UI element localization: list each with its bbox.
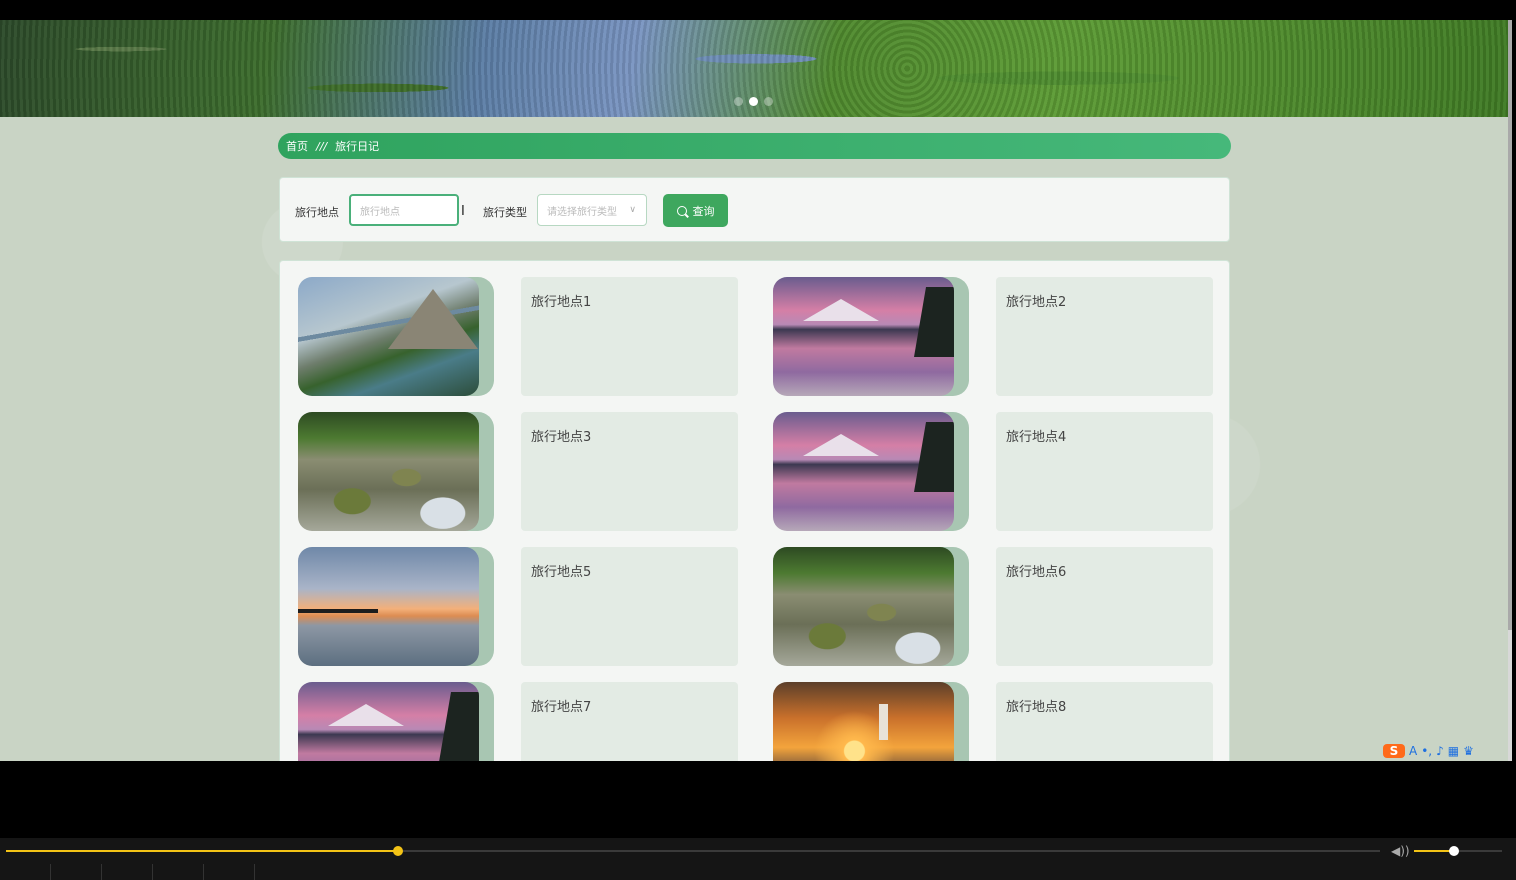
search-icon bbox=[676, 205, 687, 216]
type-select-placeholder: 请选择旅行类型 bbox=[547, 206, 617, 218]
sogou-logo-icon[interactable]: S bbox=[1383, 744, 1405, 758]
hero-banner-carousel[interactable] bbox=[0, 20, 1512, 117]
search-button[interactable]: 查询 bbox=[663, 194, 728, 227]
travel-item-info[interactable]: 旅行地点1 bbox=[521, 277, 738, 396]
travel-item-title: 旅行地点7 bbox=[531, 700, 592, 715]
carousel-dot-3[interactable] bbox=[764, 97, 773, 106]
travel-item-info[interactable]: 旅行地点7 bbox=[521, 682, 738, 761]
player-tab[interactable] bbox=[102, 864, 153, 880]
travel-item-info[interactable]: 旅行地点6 bbox=[996, 547, 1213, 666]
volume-handle[interactable] bbox=[1449, 846, 1459, 856]
keyboard-icon[interactable]: ▦ bbox=[1448, 744, 1459, 758]
breadcrumb: 首页 /// 旅行日记 bbox=[278, 133, 1231, 159]
travel-photo-card[interactable] bbox=[773, 412, 969, 531]
location-label: 旅行地点 bbox=[295, 206, 339, 219]
carousel-dot-2[interactable] bbox=[749, 97, 758, 106]
travel-photo[interactable] bbox=[773, 682, 954, 761]
travel-photo[interactable] bbox=[298, 547, 479, 666]
ime-punct-icon[interactable]: •, bbox=[1421, 744, 1432, 758]
search-form: 旅行地点 旅行地点 I 旅行类型 请选择旅行类型 ∨ 查询 bbox=[279, 177, 1230, 242]
seek-bar-handle[interactable] bbox=[393, 846, 403, 856]
video-player-controls: ◀)) bbox=[0, 838, 1516, 880]
volume-level bbox=[1414, 850, 1454, 852]
travel-diary-list: 旅行地点1 旅行地点2 旅行地点3 旅行地点4 旅行地点5 旅行地点6 旅行地点7 旅行地点8 bbox=[279, 260, 1230, 761]
travel-photo-card[interactable] bbox=[773, 277, 969, 396]
breadcrumb-separator: /// bbox=[316, 139, 328, 153]
travel-photo-card[interactable] bbox=[298, 277, 494, 396]
travel-item-info[interactable]: 旅行地点4 bbox=[996, 412, 1213, 531]
speaker-icon[interactable]: ◀)) bbox=[1391, 844, 1410, 858]
travel-photo[interactable] bbox=[298, 412, 479, 531]
travel-item-title: 旅行地点6 bbox=[1006, 565, 1067, 580]
type-label: 旅行类型 bbox=[483, 206, 527, 219]
travel-photo[interactable] bbox=[773, 547, 954, 666]
travel-item-info[interactable]: 旅行地点8 bbox=[996, 682, 1213, 761]
travel-item-title: 旅行地点8 bbox=[1006, 700, 1067, 715]
travel-item-title: 旅行地点5 bbox=[531, 565, 592, 580]
chevron-down-icon: ∨ bbox=[629, 205, 636, 215]
volume-slider[interactable] bbox=[1414, 846, 1502, 856]
carousel-indicators bbox=[734, 97, 773, 106]
ime-toolbar: S A •, ♪ ▦ ♛ bbox=[1383, 741, 1516, 761]
location-input[interactable]: 旅行地点 bbox=[349, 194, 459, 226]
travel-item-info[interactable]: 旅行地点5 bbox=[521, 547, 738, 666]
player-tab[interactable] bbox=[204, 864, 255, 880]
travel-photo-card[interactable] bbox=[298, 412, 494, 531]
travel-item-info[interactable]: 旅行地点2 bbox=[996, 277, 1213, 396]
travel-item-title: 旅行地点1 bbox=[531, 295, 592, 310]
travel-photo[interactable] bbox=[773, 277, 954, 396]
travel-photo-card[interactable] bbox=[298, 547, 494, 666]
breadcrumb-home-link[interactable]: 首页 bbox=[286, 138, 308, 154]
travel-item-info[interactable]: 旅行地点3 bbox=[521, 412, 738, 531]
player-tab[interactable] bbox=[51, 864, 102, 880]
carousel-dot-1[interactable] bbox=[734, 97, 743, 106]
scrollbar-track[interactable] bbox=[1508, 20, 1512, 761]
travel-photo[interactable] bbox=[298, 682, 479, 761]
travel-item-title: 旅行地点2 bbox=[1006, 295, 1067, 310]
browser-viewport: 首页 /// 旅行日记 旅行地点 旅行地点 I 旅行类型 请选择旅行类型 ∨ 查… bbox=[0, 20, 1512, 761]
travel-photo[interactable] bbox=[773, 412, 954, 531]
travel-photo-card[interactable] bbox=[298, 682, 494, 761]
player-bottom-tabs bbox=[0, 864, 255, 880]
seek-bar[interactable] bbox=[6, 846, 1380, 856]
travel-photo-card[interactable] bbox=[773, 682, 969, 761]
ime-lang-icon[interactable]: A bbox=[1409, 744, 1417, 758]
player-tab[interactable] bbox=[0, 864, 51, 880]
player-tab[interactable] bbox=[153, 864, 204, 880]
travel-photo[interactable] bbox=[298, 277, 479, 396]
travel-item-title: 旅行地点3 bbox=[531, 430, 592, 445]
travel-photo-card[interactable] bbox=[773, 547, 969, 666]
breadcrumb-current: 旅行日记 bbox=[335, 140, 380, 153]
travel-item-title: 旅行地点4 bbox=[1006, 430, 1067, 445]
search-button-label: 查询 bbox=[692, 204, 715, 218]
text-cursor-icon: I bbox=[461, 204, 465, 219]
skin-icon[interactable]: ♛ bbox=[1463, 744, 1474, 758]
type-select[interactable]: 请选择旅行类型 ∨ bbox=[537, 194, 647, 226]
scrollbar-thumb[interactable] bbox=[1508, 20, 1512, 630]
microphone-icon[interactable]: ♪ bbox=[1436, 744, 1444, 758]
seek-bar-progress bbox=[6, 850, 398, 852]
